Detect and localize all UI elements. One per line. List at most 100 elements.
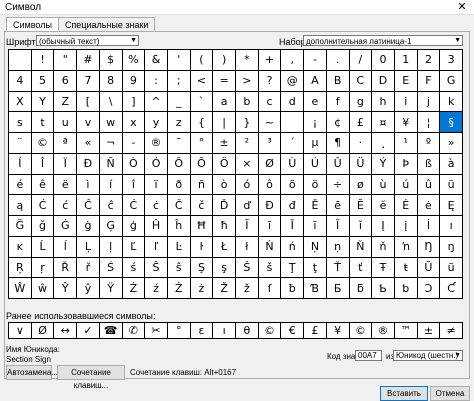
symbol-cell[interactable]: ť (349, 257, 373, 279)
symbol-cell[interactable]: ĉ (99, 195, 123, 216)
symbol-cell[interactable]: ĭ (349, 216, 373, 237)
symbol-cell[interactable]: Ŀ (167, 236, 191, 258)
symbol-cell[interactable]: ė (417, 195, 441, 216)
symbol-cell[interactable]: č (190, 195, 214, 216)
symbol-cell[interactable]: Ť (326, 257, 350, 279)
symbol-cell[interactable]: ® (145, 133, 168, 154)
symbol-cell[interactable]: ļ (99, 236, 123, 258)
insert-button[interactable]: Вставить (380, 386, 428, 401)
symbol-cell[interactable]: Ö (213, 153, 236, 175)
symbol-cell[interactable]: ı (440, 216, 463, 237)
symbol-cell[interactable]: ũ (440, 257, 463, 279)
symbol-cell[interactable]: ņ (326, 236, 350, 258)
symbol-cell[interactable]: Č (167, 195, 191, 216)
symbol-cell[interactable]: ğ (31, 216, 55, 237)
symbol-cell[interactable]: · (349, 133, 373, 154)
symbol-cell[interactable]: Ę (440, 195, 463, 216)
recent-symbol-cell[interactable]: ı (213, 323, 236, 339)
symbol-cell[interactable]: ¯ (167, 133, 191, 154)
symbol-cell[interactable]: u (54, 112, 78, 133)
symbol-cell[interactable]: ŵ (31, 278, 55, 299)
symbol-cell[interactable]: Ŧ (372, 257, 395, 279)
symbol-cell[interactable]: 0 (372, 50, 395, 71)
symbol-cell[interactable]: ĸ (9, 236, 32, 258)
recent-symbol-cell[interactable]: € (281, 323, 305, 339)
symbol-cell[interactable]: µ (304, 133, 327, 154)
symbol-cell[interactable]: / (349, 50, 373, 71)
symbol-cell[interactable]: ň (372, 236, 395, 258)
symbol-cell[interactable]: û (417, 174, 441, 196)
symbol-cell[interactable]: ŷ (77, 278, 100, 299)
symbol-cell[interactable]: ª (54, 133, 78, 154)
symbol-cell[interactable]: ë (54, 174, 78, 196)
symbol-cell[interactable]: ¥ (394, 112, 418, 133)
symbol-cell[interactable]: ò (213, 174, 236, 196)
symbol-cell[interactable]: Ŷ (54, 278, 78, 299)
symbol-cell[interactable]: ³ (258, 133, 282, 154)
symbol-cell[interactable]: ī (304, 216, 327, 237)
symbol-cell[interactable]: Ŗ (9, 257, 32, 279)
symbol-cell[interactable]: ¦ (417, 112, 441, 133)
symbol-cell[interactable]: ſ (258, 278, 282, 299)
symbol-cell[interactable]: ń (281, 236, 305, 258)
symbol-cell[interactable]: Î (31, 153, 55, 175)
autocorrect-button[interactable]: Автозамена... (6, 365, 58, 380)
symbol-cell[interactable]: ƀ (281, 278, 305, 299)
symbol-cell[interactable]: 1 (394, 50, 418, 71)
symbol-cell[interactable]: ê (31, 174, 55, 196)
symbol-cell[interactable]: Ď (213, 195, 236, 216)
symbol-cell[interactable]: Þ (394, 153, 418, 175)
recent-symbol-cell[interactable]: ✂ (145, 323, 168, 339)
symbol-cell[interactable]: 8 (99, 70, 123, 92)
symbol-cell[interactable]: ' (167, 50, 191, 71)
symbol-cell[interactable]: k (440, 91, 463, 113)
symbol-cell[interactable]: { (190, 112, 214, 133)
symbol-cell[interactable]: Ř (54, 257, 78, 279)
recent-symbol-cell[interactable]: © (349, 323, 373, 339)
symbol-cell[interactable]: v (77, 112, 100, 133)
symbol-cell[interactable]: Ũ (417, 257, 441, 279)
symbol-cell[interactable]: z (167, 112, 191, 133)
cancel-button[interactable]: Отмена (430, 386, 470, 401)
symbol-cell[interactable]: ¸ (372, 133, 395, 154)
recent-symbol-cell[interactable]: ✆ (122, 323, 146, 339)
symbol-cell[interactable]: ł (236, 236, 259, 258)
symbol-cell[interactable]: y (145, 112, 168, 133)
symbol-cell[interactable]: % (122, 50, 146, 71)
symbol-cell[interactable]: , (281, 50, 305, 71)
recent-symbol-cell[interactable]: ✓ (77, 323, 100, 339)
symbol-cell[interactable]: Ŵ (9, 278, 32, 299)
symbol-cell[interactable]: Ģ (99, 216, 123, 237)
symbol-cell[interactable]: [ (77, 91, 100, 113)
symbol-cell[interactable]: h (372, 91, 395, 113)
symbol-cell[interactable]: > (236, 70, 259, 92)
symbol-cell[interactable]: ŋ (440, 236, 463, 258)
symbol-cell[interactable]: Ć (31, 195, 55, 216)
symbol-cell[interactable]: ( (190, 50, 214, 71)
symbol-cell[interactable]: Ĕ (349, 195, 373, 216)
symbol-cell[interactable]: ć (54, 195, 78, 216)
symbol-cell[interactable]: º (417, 133, 441, 154)
symbol-cell[interactable]: Ş (190, 257, 214, 279)
symbol-cell[interactable]: Ƈ (440, 278, 463, 299)
symbol-cell[interactable]: 5 (31, 70, 55, 92)
symbol-cell[interactable]: a (213, 91, 236, 113)
symbol-cell[interactable]: ¡ (304, 112, 327, 133)
symbol-cell[interactable]: ź (145, 278, 168, 299)
symbol-cell[interactable]: Ĩ (236, 216, 259, 237)
symbol-cell[interactable]: Ï (54, 153, 78, 175)
symbol-cell[interactable]: " (54, 50, 78, 71)
symbol-cell[interactable]: Ğ (9, 216, 32, 237)
symbol-cell[interactable]: ř (77, 257, 100, 279)
symbol-cell[interactable]: ď (236, 195, 259, 216)
close-button[interactable]: ✕ (450, 0, 474, 14)
symbol-cell[interactable]: Ĉ (77, 195, 100, 216)
symbol-cell[interactable]: Ġ (54, 216, 78, 237)
tab-special-characters[interactable]: Специальные знаки (57, 17, 156, 32)
symbol-cell[interactable]: ś (122, 257, 146, 279)
recent-symbol-cell[interactable]: ® (372, 323, 395, 339)
symbol-cell[interactable]: $ (99, 50, 123, 71)
symbol-cell[interactable]: ħ (213, 216, 236, 237)
symbol-cell[interactable]: ö (304, 174, 327, 196)
symbol-cell[interactable]: ą (9, 195, 32, 216)
